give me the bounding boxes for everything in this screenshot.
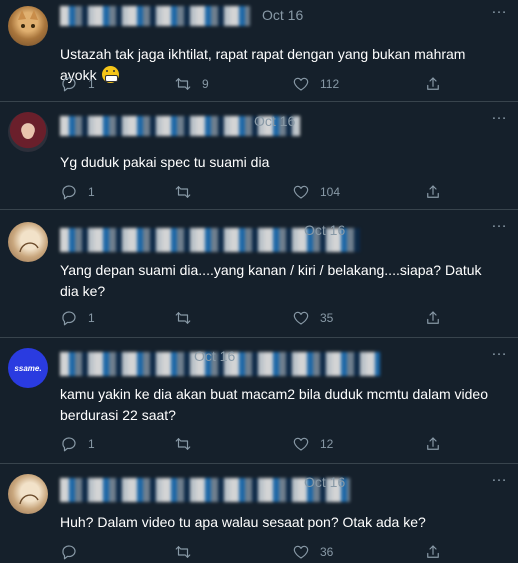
timestamp[interactable]: Oct 16 [304, 474, 345, 490]
like-count: 112 [320, 77, 340, 91]
tweet[interactable]: Oct 16 … Huh? Dalam video tu apa walau s… [0, 464, 518, 563]
share-icon [427, 311, 439, 324]
cat-photo-icon [18, 10, 38, 28]
more-options-icon[interactable]: … [491, 106, 508, 124]
reply-button[interactable] [60, 542, 88, 562]
tweet-actions: 1 35 [60, 308, 518, 328]
share-icon [427, 77, 439, 90]
reply-count: 1 [88, 311, 95, 325]
more-options-icon[interactable]: … [491, 342, 508, 360]
reply-count: 1 [88, 437, 95, 451]
more-options-icon[interactable]: … [491, 214, 508, 232]
reply-button[interactable]: 1 [60, 434, 95, 454]
tweet-text: Yg duduk pakai spec tu suami dia [60, 154, 270, 170]
reply-count: 1 [88, 77, 95, 91]
timestamp[interactable]: Oct 16 [254, 113, 295, 129]
tweet-header: Oct 16 [60, 472, 360, 502]
share-button[interactable] [424, 308, 442, 328]
reply-icon [62, 545, 76, 560]
reply-icon [62, 437, 76, 452]
heart-icon [293, 437, 309, 451]
avatar[interactable] [8, 474, 48, 514]
timestamp[interactable]: Oct 16 [304, 222, 345, 238]
timestamp[interactable]: Oct 16 [262, 7, 303, 23]
heart-icon [293, 311, 309, 325]
like-button[interactable]: 112 [292, 74, 339, 94]
sketch-portrait-icon [19, 242, 39, 253]
share-icon [427, 437, 439, 450]
reply-button[interactable]: 1 [60, 308, 95, 328]
more-options-icon[interactable]: … [491, 468, 508, 486]
avatar[interactable] [8, 222, 48, 262]
retweet-button[interactable] [174, 542, 202, 562]
tweet[interactable]: Oct 16 … Yang depan suami dia....yang ka… [0, 210, 518, 338]
tweet-actions: 1 104 [60, 182, 518, 202]
tweet-header: Oct 16 [60, 4, 360, 28]
tweet-header: Oct 16 [60, 346, 380, 376]
redacted-username [60, 6, 250, 26]
reply-button[interactable]: 1 [60, 182, 95, 202]
heart-icon [293, 545, 309, 559]
share-button[interactable] [424, 434, 442, 454]
share-icon [427, 545, 439, 558]
reply-count: 1 [88, 185, 95, 199]
tweet-header: Oct 16 [60, 112, 360, 136]
heart-icon [293, 77, 309, 91]
share-icon [427, 185, 439, 198]
sketch-portrait-icon [19, 494, 39, 505]
like-button[interactable]: 36 [292, 542, 333, 562]
like-count: 104 [320, 185, 341, 199]
avatar[interactable] [8, 6, 48, 46]
tweet[interactable]: Oct 16 … Ustazah tak jaga ikhtilat, rapa… [0, 0, 518, 102]
retweet-icon [175, 186, 191, 198]
tweet-text: kamu yakin ke dia akan buat macam2 bila … [60, 386, 488, 423]
share-button[interactable] [424, 182, 442, 202]
retweet-icon [175, 78, 191, 90]
tweet[interactable]: ssame. Oct 16 … kamu yakin ke dia akan b… [0, 338, 518, 464]
retweet-button[interactable] [174, 434, 202, 454]
like-button[interactable]: 35 [292, 308, 333, 328]
retweet-button[interactable]: 9 [174, 74, 209, 94]
tweet-header: Oct 16 [60, 220, 360, 252]
hijab-woman-icon [22, 125, 34, 139]
tweet-text: Yang depan suami dia....yang kanan / kir… [60, 262, 482, 299]
more-options-icon[interactable]: … [491, 0, 508, 18]
tweet-actions: 1 12 [60, 434, 518, 454]
avatar[interactable] [8, 112, 48, 152]
avatar-logo-text: ssame. [14, 363, 42, 373]
reply-button[interactable]: 1 [60, 74, 95, 94]
tweet-actions: 36 [60, 542, 518, 562]
share-button[interactable] [424, 542, 442, 562]
reply-feed: Oct 16 … Ustazah tak jaga ikhtilat, rapa… [0, 0, 518, 563]
reply-icon [62, 77, 76, 92]
tweet[interactable]: Oct 16 … Yg duduk pakai spec tu suami di… [0, 102, 518, 210]
tweet-actions: 1 9 112 [60, 74, 518, 94]
like-button[interactable]: 104 [292, 182, 340, 202]
reply-icon [62, 311, 76, 326]
retweet-icon [175, 438, 191, 450]
reply-icon [62, 185, 76, 200]
like-count: 35 [320, 311, 334, 325]
retweet-button[interactable] [174, 308, 202, 328]
timestamp[interactable]: Oct 16 [194, 348, 235, 364]
retweet-button[interactable] [174, 182, 202, 202]
like-button[interactable]: 12 [292, 434, 333, 454]
share-button[interactable] [424, 74, 442, 94]
like-count: 36 [320, 545, 334, 559]
avatar[interactable]: ssame. [8, 348, 48, 388]
retweet-icon [175, 546, 191, 558]
tweet-text: Huh? Dalam video tu apa walau sesaat pon… [60, 514, 426, 530]
heart-icon [293, 185, 309, 199]
retweet-count: 9 [202, 77, 209, 91]
like-count: 12 [320, 437, 334, 451]
retweet-icon [175, 312, 191, 324]
